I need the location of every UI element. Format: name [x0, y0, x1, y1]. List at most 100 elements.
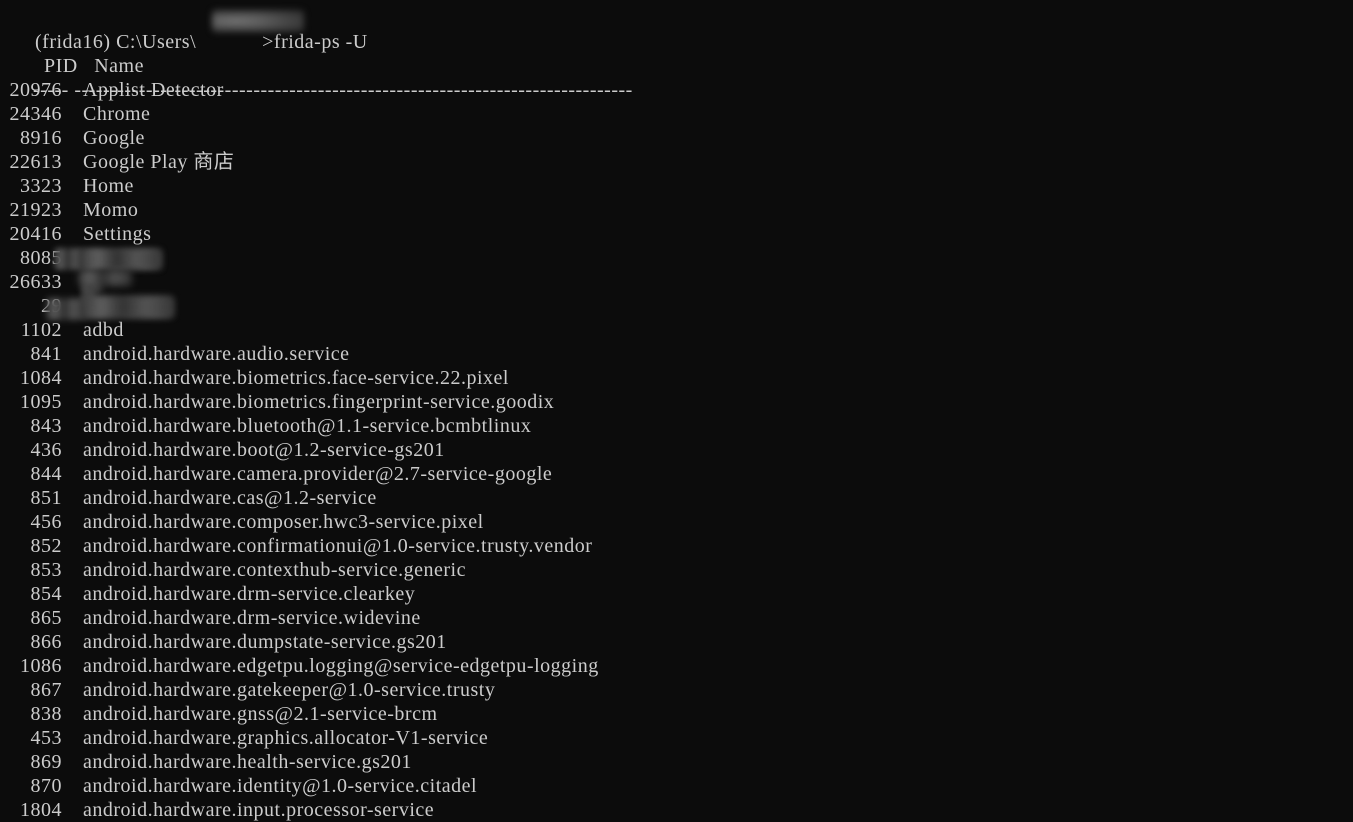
- process-row: 853 android.hardware.contexthub-service.g…: [0, 558, 1353, 582]
- process-row: 1086 android.hardware.edgetpu.logging@ser…: [0, 654, 1353, 678]
- process-pid: 1804: [20, 799, 62, 821]
- process-pid: 3323: [20, 175, 62, 197]
- process-pid: 1086: [20, 655, 62, 677]
- process-pid: 853: [30, 559, 62, 581]
- process-pid: 29: [41, 295, 62, 317]
- process-name: android.hardware.cas@1.2-service: [83, 487, 377, 509]
- process-row: 869 android.hardware.health-service.gs201: [0, 750, 1353, 774]
- process-name: android.hardware.dumpstate-service.gs201: [83, 631, 447, 653]
- process-row: 8916 Google: [0, 126, 1353, 150]
- process-row: 867 android.hardware.gatekeeper@1.0-servi…: [0, 678, 1353, 702]
- process-row: 436 android.hardware.boot@1.2-service-gs2…: [0, 438, 1353, 462]
- process-pid: 456: [30, 511, 62, 533]
- process-name: Settings: [83, 223, 152, 245]
- process-name: android.hardware.confirmationui@1.0-serv…: [83, 535, 593, 557]
- process-name: Applist Detector: [83, 79, 224, 101]
- process-name: android.hardware.health-service.gs201: [83, 751, 412, 773]
- process-pid: 20416: [9, 223, 62, 245]
- process-name: android.hardware.identity@1.0-service.ci…: [83, 775, 478, 797]
- process-row: 20976 Applist Detector: [0, 78, 1353, 102]
- process-pid: 870: [30, 775, 62, 797]
- process-name: android.hardware.edgetpu.logging@service…: [83, 655, 599, 677]
- process-name: android.hardware.audio.service: [83, 343, 350, 365]
- process-row: 8085: [0, 246, 1353, 270]
- process-row: 26633: [0, 270, 1353, 294]
- column-header-row: PID Name: [0, 30, 1353, 77]
- process-row: 24346 Chrome: [0, 102, 1353, 126]
- process-name: Google: [83, 127, 145, 149]
- terminal-window[interactable]: (frida16) C:\Users\ >frida-ps -U PID Nam…: [0, 0, 1353, 822]
- process-pid: 851: [30, 487, 62, 509]
- process-row: 854 android.hardware.drm-service.clearkey: [0, 582, 1353, 606]
- process-name: android.hardware.contexthub-service.gene…: [83, 559, 466, 581]
- process-name: Momo: [83, 199, 139, 221]
- process-pid: 22613: [9, 151, 62, 173]
- redacted-process-name-blur: [83, 297, 173, 317]
- process-row: 1804 android.hardware.input.processor-ser…: [0, 798, 1353, 822]
- process-name: Chrome: [83, 103, 151, 125]
- process-pid: 867: [30, 679, 62, 701]
- process-pid: 1084: [20, 367, 62, 389]
- process-row: 3323 Home: [0, 174, 1353, 198]
- process-name: adbd: [83, 319, 124, 341]
- process-name: Google Play 商店: [83, 151, 235, 173]
- process-name: android.hardware.bluetooth@1.1-service.b…: [83, 415, 532, 437]
- process-row: 844 android.hardware.camera.provider@2.7-…: [0, 462, 1353, 486]
- process-row: 1095 android.hardware.biometrics.fingerpr…: [0, 390, 1353, 414]
- process-row: 453 android.hardware.graphics.allocator-V…: [0, 726, 1353, 750]
- process-pid: 1102: [20, 319, 62, 341]
- process-list: 20976 Applist Detector 24346 Chrome 8916 Goog…: [0, 78, 1353, 822]
- process-row: 865 android.hardware.drm-service.widevine: [0, 606, 1353, 630]
- process-row: 870 android.hardware.identity@1.0-service…: [0, 774, 1353, 798]
- process-name: android.hardware.input.processor-service: [83, 799, 435, 821]
- process-name: [83, 270, 103, 294]
- process-pid: 453: [30, 727, 62, 749]
- process-row: 29: [0, 294, 1353, 318]
- process-pid: 8085: [20, 247, 62, 269]
- pid-rule: -----: [33, 79, 69, 101]
- process-row: 852 android.hardware.confirmationui@1.0-s…: [0, 534, 1353, 558]
- process-pid: 26633: [9, 271, 62, 293]
- process-name: android.hardware.biometrics.face-service…: [83, 367, 509, 389]
- process-name: [83, 246, 161, 270]
- process-row: 843 android.hardware.bluetooth@1.1-servic…: [0, 414, 1353, 438]
- terminal-screen: (frida16) C:\Users\ >frida-ps -U PID Nam…: [0, 0, 1353, 822]
- process-pid: 841: [30, 343, 62, 365]
- process-pid: 854: [30, 583, 62, 605]
- process-name: android.hardware.drm-service.widevine: [83, 607, 421, 629]
- process-name: android.hardware.composer.hwc3-service.p…: [83, 511, 484, 533]
- process-pid: 21923: [9, 199, 62, 221]
- process-row: 22613 Google Play 商店: [0, 150, 1353, 174]
- process-pid: 436: [30, 439, 62, 461]
- process-row: 841 android.hardware.audio.service: [0, 342, 1353, 366]
- header-separator-row: ----- ----------------------------------…: [0, 54, 1353, 101]
- process-row: 20416 Settings: [0, 222, 1353, 246]
- process-name: android.hardware.gnss@2.1-service-brcm: [83, 703, 438, 725]
- redacted-process-name-blur: [83, 273, 103, 293]
- command-prompt-line: (frida16) C:\Users\ >frida-ps -U: [0, 6, 1353, 53]
- process-name: Home: [83, 175, 134, 197]
- process-pid: 843: [30, 415, 62, 437]
- process-pid: 865: [30, 607, 62, 629]
- process-pid: 869: [30, 751, 62, 773]
- process-pid: 844: [30, 463, 62, 485]
- process-row: 456 android.hardware.composer.hwc3-servic…: [0, 510, 1353, 534]
- process-pid: 838: [30, 703, 62, 725]
- process-name: android.hardware.gatekeeper@1.0-service.…: [83, 679, 496, 701]
- process-row: 838 android.hardware.gnss@2.1-service-brc…: [0, 702, 1353, 726]
- process-row: 1102 adbd: [0, 318, 1353, 342]
- process-pid: 8916: [20, 127, 62, 149]
- process-name: android.hardware.drm-service.clearkey: [83, 583, 416, 605]
- process-row: 21923 Momo: [0, 198, 1353, 222]
- process-name: [83, 294, 173, 318]
- process-row: 851 android.hardware.cas@1.2-service: [0, 486, 1353, 510]
- redacted-username-blur: [212, 10, 304, 32]
- redacted-process-name-blur: [83, 249, 161, 269]
- process-row: 1084 android.hardware.biometrics.face-ser…: [0, 366, 1353, 390]
- process-pid: 866: [30, 631, 62, 653]
- process-pid: 852: [30, 535, 62, 557]
- process-name: android.hardware.biometrics.fingerprint-…: [83, 391, 555, 413]
- process-pid: 1095: [20, 391, 62, 413]
- process-name: android.hardware.boot@1.2-service-gs201: [83, 439, 445, 461]
- process-name: android.hardware.graphics.allocator-V1-s…: [83, 727, 489, 749]
